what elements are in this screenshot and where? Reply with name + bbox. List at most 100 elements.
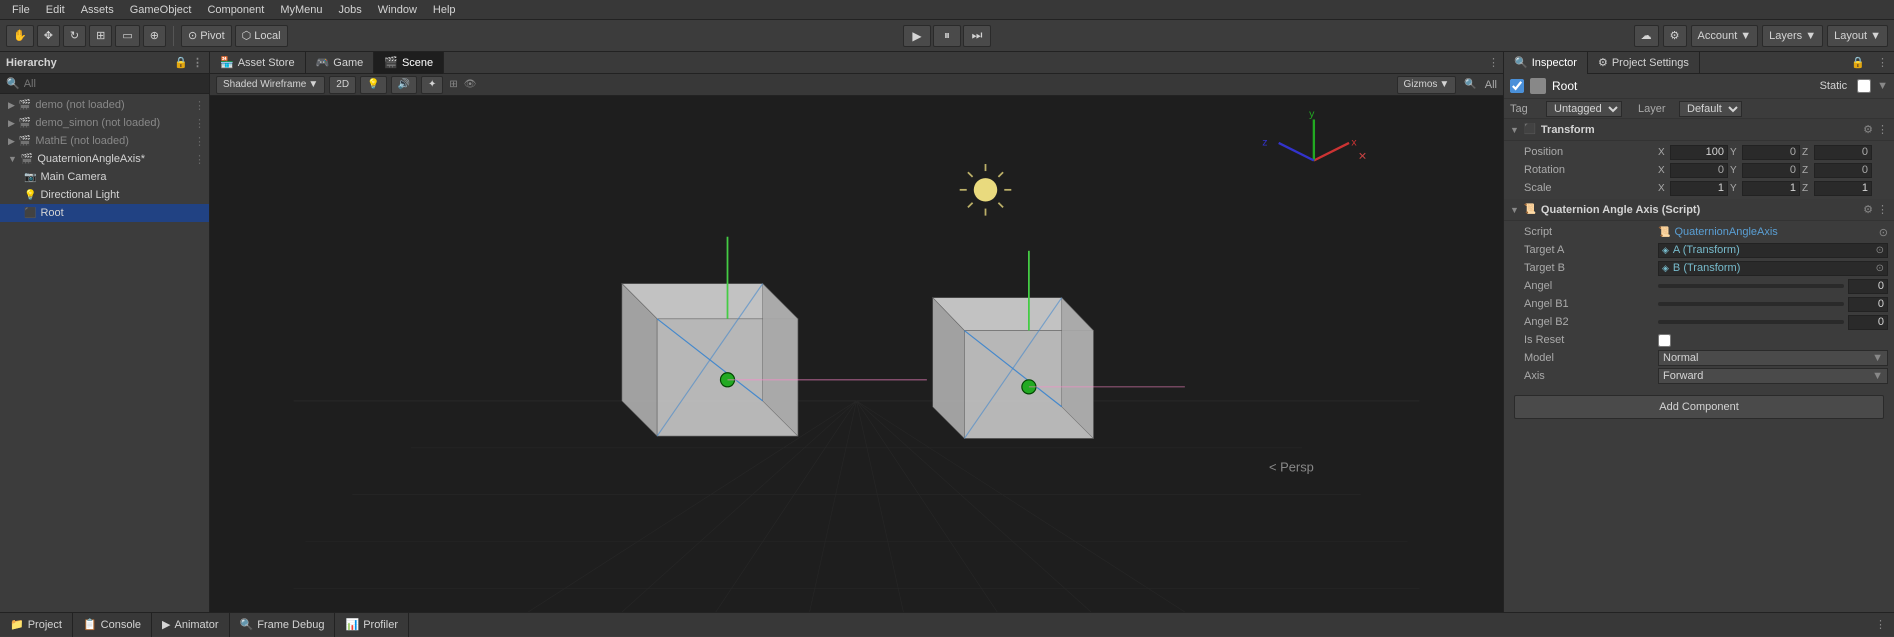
shading-dropdown[interactable]: Shaded Wireframe ▼ xyxy=(216,76,325,94)
play-button[interactable]: ▶ xyxy=(903,25,931,47)
pos-x-input[interactable] xyxy=(1670,145,1728,160)
object-active-checkbox[interactable] xyxy=(1510,79,1524,93)
position-values: X Y Z xyxy=(1658,145,1888,160)
step-button[interactable]: ⏭ xyxy=(963,25,991,47)
tool-rect[interactable]: ▭ xyxy=(115,25,139,47)
menu-window[interactable]: Window xyxy=(370,4,425,16)
hierarchy-menu-icon[interactable]: ⋮ xyxy=(192,56,203,69)
hierarchy-dots-simon[interactable]: ⋮ xyxy=(194,117,205,130)
bottom-menu-icon[interactable]: ⋮ xyxy=(1875,618,1886,631)
rot-y-input[interactable] xyxy=(1742,163,1800,178)
hierarchy-item-light[interactable]: 💡 Directional Light xyxy=(0,186,209,204)
pos-z-input[interactable] xyxy=(1814,145,1872,160)
transform-settings-icon[interactable]: ⚙ xyxy=(1863,123,1873,136)
static-dropdown-icon[interactable]: ▼ xyxy=(1877,80,1888,92)
tab-game[interactable]: 🎮 Game xyxy=(306,52,375,74)
script-overflow-icon[interactable]: ⋮ xyxy=(1877,203,1888,216)
transform-header[interactable]: ▼ ⬛ Transform ⚙ ⋮ xyxy=(1504,119,1894,141)
hierarchy-dots-demo[interactable]: ⋮ xyxy=(194,99,205,112)
menu-component[interactable]: Component xyxy=(199,4,272,16)
tab-project-settings[interactable]: ⚙ Project Settings xyxy=(1588,52,1700,74)
target-b-pick-btn[interactable]: ⊙ xyxy=(1876,263,1884,274)
transform-overflow-icon[interactable]: ⋮ xyxy=(1877,123,1888,136)
audio-toggle[interactable]: 🔊 xyxy=(391,76,417,94)
account-button[interactable]: Account ▼ xyxy=(1691,25,1759,47)
inspector-menu-icon[interactable]: ⋮ xyxy=(1871,56,1894,69)
layers-button[interactable]: Layers ▼ xyxy=(1762,25,1823,47)
bottom-tab-frame-debug[interactable]: 🔍 Frame Debug xyxy=(230,613,336,637)
hierarchy-item-mathe[interactable]: ▶ 🎬 MathE (not loaded) ⋮ xyxy=(0,132,209,150)
script-pick-icon[interactable]: ⊙ xyxy=(1879,226,1888,239)
hierarchy-dots-mathe[interactable]: ⋮ xyxy=(194,135,205,148)
angel-b2-value-input[interactable] xyxy=(1848,315,1888,330)
pos-y-input[interactable] xyxy=(1742,145,1800,160)
tool-scale[interactable]: ⊞ xyxy=(89,25,112,47)
services-button[interactable]: ⚙ xyxy=(1663,25,1687,47)
hierarchy-dots-quaternion[interactable]: ⋮ xyxy=(194,153,205,166)
bottom-tab-console[interactable]: 📋 Console xyxy=(73,613,152,637)
scene-panel-menu[interactable]: ⋮ xyxy=(1484,56,1503,69)
hierarchy-search-input[interactable] xyxy=(24,78,203,90)
bottom-tab-project[interactable]: 📁 Project xyxy=(0,613,73,637)
tool-hand[interactable]: ✋ xyxy=(6,25,34,47)
model-dropdown[interactable]: Normal ▼ xyxy=(1658,350,1888,366)
pivot-button[interactable]: ⊙ Pivot xyxy=(181,25,232,47)
scale-x-input[interactable] xyxy=(1670,181,1728,196)
local-button[interactable]: ⬡ Local xyxy=(235,25,288,47)
tab-inspector[interactable]: 🔍 Inspector xyxy=(1504,52,1588,74)
axis-row: Axis Forward ▼ xyxy=(1504,367,1894,385)
angel-b1-row: Angel B1 xyxy=(1504,295,1894,313)
tool-rotate[interactable]: ↻ xyxy=(63,25,86,47)
lighting-toggle[interactable]: 💡 xyxy=(360,76,386,94)
bottom-tab-profiler[interactable]: 📊 Profiler xyxy=(335,613,409,637)
angel-b2-slider-track[interactable] xyxy=(1658,320,1844,324)
layer-dropdown[interactable]: Default xyxy=(1679,101,1742,117)
menu-file[interactable]: File xyxy=(4,4,38,16)
axis-dropdown[interactable]: Forward ▼ xyxy=(1658,368,1888,384)
hierarchy-item-demo[interactable]: ▶ 🎬 demo (not loaded) ⋮ xyxy=(0,96,209,114)
hierarchy-lock-icon[interactable]: 🔒 xyxy=(174,56,188,69)
tag-dropdown[interactable]: Untagged xyxy=(1546,101,1622,117)
pause-button[interactable]: ⏸ xyxy=(933,25,961,47)
menu-help[interactable]: Help xyxy=(425,4,464,16)
target-a-pick-btn[interactable]: ⊙ xyxy=(1876,245,1884,256)
script-component-header[interactable]: ▼ 📜 Quaternion Angle Axis (Script) ⚙ ⋮ xyxy=(1504,199,1894,221)
menu-edit[interactable]: Edit xyxy=(38,4,73,16)
script-settings-icon[interactable]: ⚙ xyxy=(1863,203,1873,216)
scale-y-input[interactable] xyxy=(1742,181,1800,196)
collab-button[interactable]: ☁ xyxy=(1634,25,1659,47)
tab-scene[interactable]: 🎬 Scene xyxy=(374,52,444,74)
hierarchy-item-demo-simon[interactable]: ▶ 🎬 demo_simon (not loaded) ⋮ xyxy=(0,114,209,132)
tab-asset-store[interactable]: 🏪 Asset Store xyxy=(210,52,306,74)
inspector-lock-icon[interactable]: 🔒 xyxy=(1845,56,1871,69)
scene-viewport[interactable]: x y z × < Persp xyxy=(210,96,1503,612)
angel-slider-track[interactable] xyxy=(1658,284,1844,288)
menu-assets[interactable]: Assets xyxy=(73,4,122,16)
gizmos-dropdown[interactable]: Gizmos ▼ xyxy=(1397,76,1457,94)
menu-mymenu[interactable]: MyMenu xyxy=(272,4,330,16)
angel-value-input[interactable] xyxy=(1848,279,1888,294)
static-checkbox[interactable] xyxy=(1857,79,1871,93)
angel-b1-value-input[interactable] xyxy=(1848,297,1888,312)
menu-gameobject[interactable]: GameObject xyxy=(122,4,200,16)
layout-button[interactable]: Layout ▼ xyxy=(1827,25,1888,47)
rot-z-input[interactable] xyxy=(1814,163,1872,178)
hierarchy-item-quaternion[interactable]: ▼ 🎬 QuaternionAngleAxis* ⋮ xyxy=(0,150,209,168)
hierarchy-item-camera[interactable]: 📷 Main Camera xyxy=(0,168,209,186)
tool-move[interactable]: ✥ xyxy=(37,25,60,47)
search-icon-scene[interactable]: 🔍 xyxy=(1460,79,1480,90)
effects-toggle[interactable]: ✦ xyxy=(421,76,443,94)
target-a-field[interactable]: ◈ A (Transform) ⊙ xyxy=(1658,243,1888,258)
add-component-button[interactable]: Add Component xyxy=(1514,395,1884,419)
tool-transform[interactable]: ⊕ xyxy=(143,25,166,47)
scale-z-input[interactable] xyxy=(1814,181,1872,196)
target-b-field[interactable]: ◈ B (Transform) ⊙ xyxy=(1658,261,1888,276)
2d-button[interactable]: 2D xyxy=(329,76,356,94)
tab-asset-store-label: Asset Store xyxy=(238,57,295,69)
menu-jobs[interactable]: Jobs xyxy=(331,4,370,16)
rot-x-input[interactable] xyxy=(1670,163,1728,178)
bottom-tab-animator[interactable]: ▶ Animator xyxy=(152,613,230,637)
hierarchy-item-root[interactable]: ⬛ Root xyxy=(0,204,209,222)
is-reset-checkbox[interactable] xyxy=(1658,334,1671,347)
angel-b1-slider-track[interactable] xyxy=(1658,302,1844,306)
